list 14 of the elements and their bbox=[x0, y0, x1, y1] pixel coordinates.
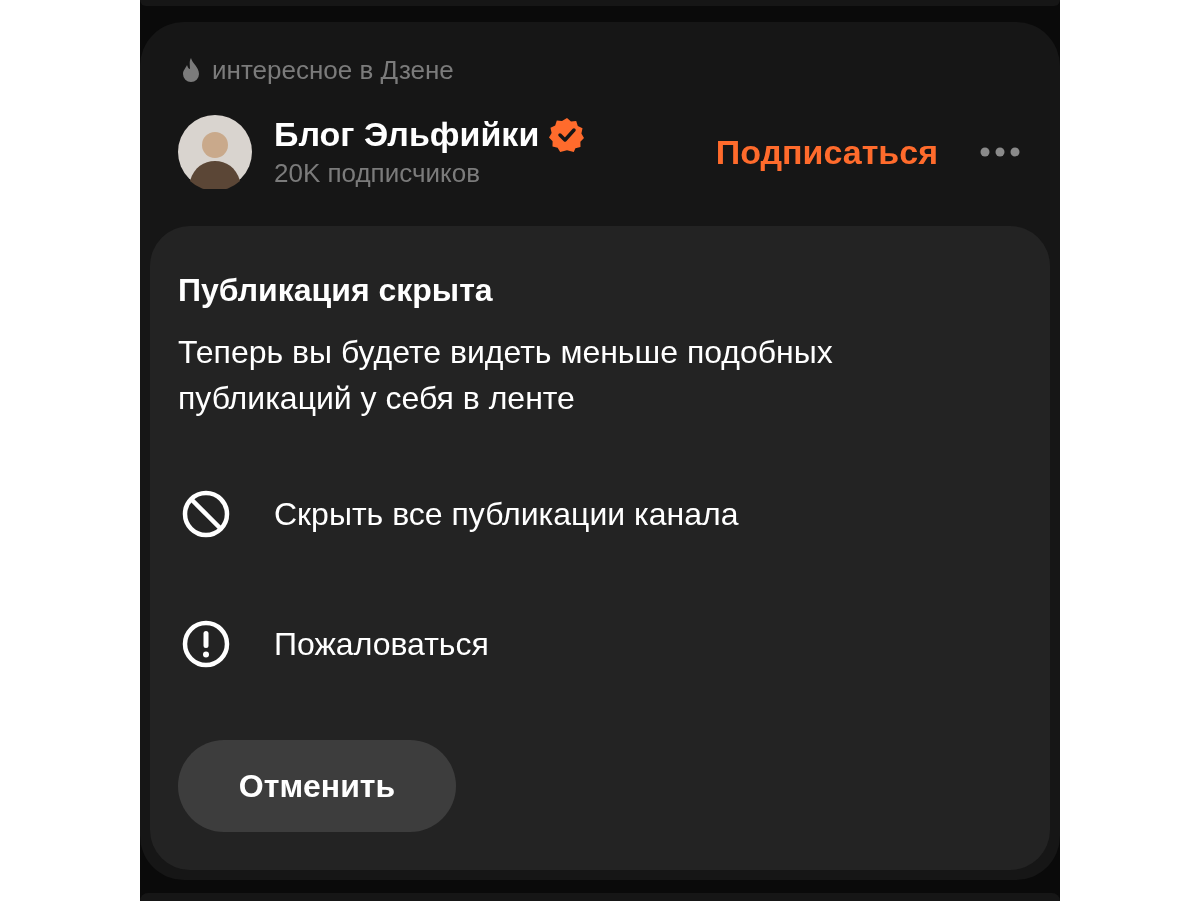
notice-title: Публикация скрыта bbox=[178, 272, 494, 309]
feed-label: интересное в Дзене bbox=[212, 54, 454, 86]
exclamation-icon bbox=[182, 620, 230, 668]
subscribe-button[interactable]: Подписаться bbox=[715, 132, 938, 172]
block-icon bbox=[182, 490, 230, 538]
cancel-button[interactable]: Отменить bbox=[178, 740, 456, 832]
notice-message: Теперь вы будете видеть меньше подобных публикаций у себя в ленте bbox=[178, 333, 834, 418]
avatar[interactable] bbox=[178, 115, 252, 189]
flame-icon bbox=[182, 58, 200, 82]
subscriber-count: 20K подписчиков bbox=[274, 158, 481, 189]
channel-name[interactable]: Блог Эльфийки bbox=[274, 115, 540, 154]
action-label[interactable]: Скрыть все публикации канала bbox=[274, 495, 739, 533]
more-icon[interactable] bbox=[980, 147, 1020, 157]
action-label[interactable]: Пожаловаться bbox=[274, 625, 489, 663]
